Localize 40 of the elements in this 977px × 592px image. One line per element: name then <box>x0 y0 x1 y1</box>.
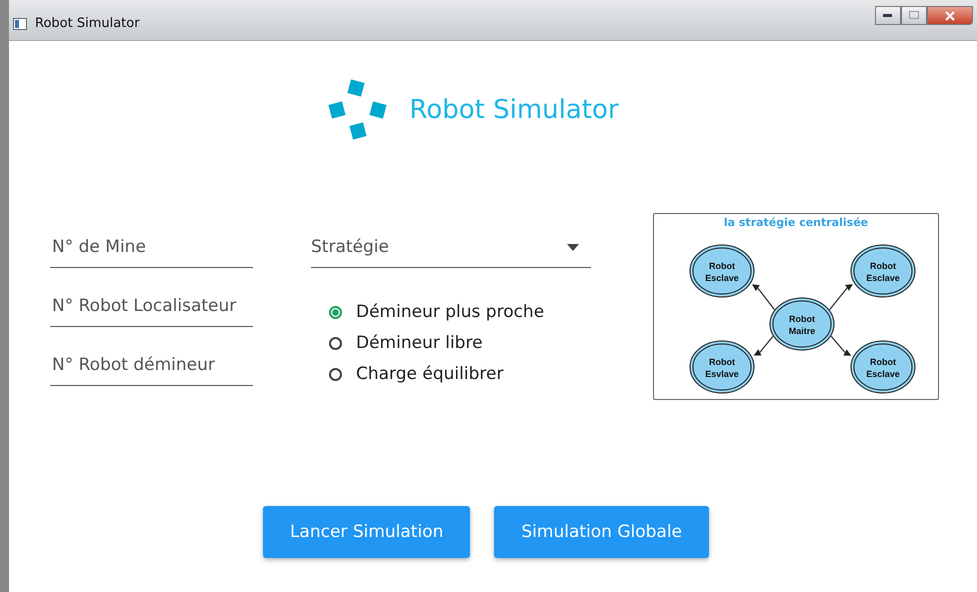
app-title: Robot Simulator <box>409 95 619 125</box>
input-field[interactable]: N° Robot Localisateur <box>50 288 253 327</box>
diagram-node <box>690 244 754 298</box>
node-label: Esclave <box>705 273 739 283</box>
arrow <box>752 284 775 310</box>
diagram-node <box>690 340 754 394</box>
diagram-node <box>770 298 834 350</box>
arrow <box>830 336 852 356</box>
radio-label[interactable]: Charge équilibrer <box>356 364 504 384</box>
radio-button[interactable] <box>329 306 342 318</box>
close-icon <box>944 10 956 20</box>
node-label: Esclave <box>866 273 900 283</box>
node-label: Robot <box>709 261 735 271</box>
node-label: Esclave <box>866 369 900 379</box>
node-label: Maitre <box>788 326 816 336</box>
radio-label[interactable]: Démineur plus proche <box>356 302 544 322</box>
maximize-button[interactable] <box>901 6 927 25</box>
diagram-node <box>850 340 916 394</box>
maximize-icon <box>909 11 919 20</box>
minimize-icon <box>883 14 893 18</box>
caret-icon <box>567 244 579 250</box>
strategy-dropdown[interactable]: Stratégie <box>311 229 591 268</box>
window-title: Robot Simulator <box>35 16 140 31</box>
node-label: Robot <box>870 357 896 367</box>
diagram-title: la stratégie centralisée <box>724 216 868 229</box>
node-label: Esvlave <box>705 369 739 379</box>
radio-button[interactable] <box>329 368 342 380</box>
diagram-node <box>850 244 916 298</box>
radio-label[interactable]: Démineur libre <box>356 333 483 353</box>
minimize-button[interactable] <box>875 6 901 25</box>
arrow <box>829 284 853 310</box>
node-label: Robot <box>709 357 735 367</box>
app-icon <box>13 18 27 30</box>
radio-button[interactable] <box>329 336 342 350</box>
input-field[interactable]: N° de Mine <box>50 229 253 268</box>
node-label: Robot <box>789 314 815 324</box>
input-field[interactable]: N° Robot démineur <box>50 347 253 386</box>
arrow <box>754 336 774 356</box>
close-button[interactable] <box>927 6 973 25</box>
node-label: Robot <box>870 261 896 271</box>
